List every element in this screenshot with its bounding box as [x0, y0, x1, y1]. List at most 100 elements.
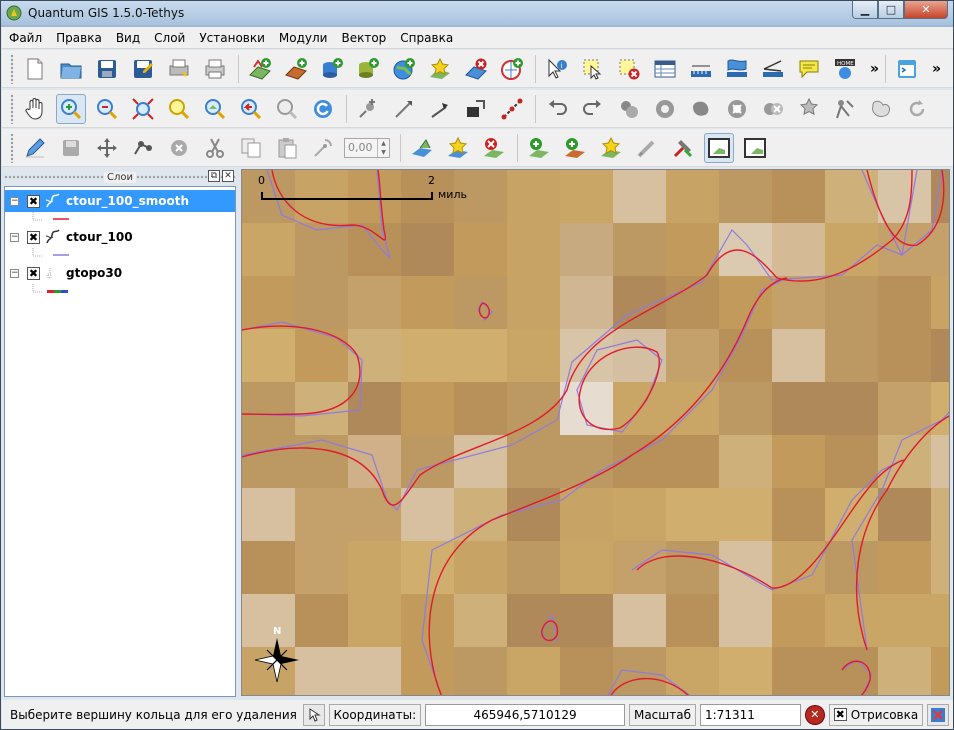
- move-button[interactable]: [92, 133, 122, 163]
- node-tool-button[interactable]: [497, 94, 527, 124]
- simplify-feature-button[interactable]: [614, 94, 644, 124]
- layer-row-ctour-100-smooth[interactable]: − ✖ ctour_100_smooth: [5, 190, 235, 212]
- new-raster-button[interactable]: [443, 133, 473, 163]
- stop-render-button[interactable]: ✕: [804, 704, 825, 725]
- delete-part-button[interactable]: [758, 94, 788, 124]
- open-attribute-table-button[interactable]: [650, 54, 680, 84]
- render-toggle[interactable]: ✖ Отрисовка: [828, 703, 924, 726]
- add-vector-layer-button[interactable]: [245, 54, 275, 84]
- menu-plugins[interactable]: Модули: [272, 31, 335, 45]
- layer-expander[interactable]: −: [10, 232, 19, 242]
- add-island-button[interactable]: [686, 94, 716, 124]
- layer-row-gtopo30[interactable]: − ✖ gtopo30: [5, 262, 235, 284]
- refresh-button[interactable]: [308, 94, 338, 124]
- menu-edit[interactable]: Правка: [49, 31, 109, 45]
- layers-tree[interactable]: − ✖ ctour_100_smooth − ✖ ctour_100 − ✖ g…: [4, 186, 236, 697]
- remove-layer-button[interactable]: [461, 54, 491, 84]
- coordinates-field[interactable]: 465946,5710129: [425, 703, 625, 726]
- zoom-out-button[interactable]: [92, 94, 122, 124]
- minimize-button[interactable]: ▁: [852, 1, 878, 19]
- menu-vector[interactable]: Вектор: [334, 31, 393, 45]
- menu-help[interactable]: Справка: [393, 31, 460, 45]
- zoom-full-button[interactable]: [128, 94, 158, 124]
- add-raster-button[interactable]: [407, 133, 437, 163]
- copy-features-button[interactable]: [236, 133, 266, 163]
- deselect-features-button[interactable]: [614, 54, 644, 84]
- zoom-in-button[interactable]: [56, 93, 86, 124]
- redo-button[interactable]: [578, 94, 608, 124]
- zoom-to-selection-button[interactable]: [164, 94, 194, 124]
- select-features-button[interactable]: [578, 54, 608, 84]
- layer-row-ctour-100[interactable]: − ✖ ctour_100: [5, 226, 235, 248]
- open-project-button[interactable]: [56, 54, 86, 84]
- layer-expander[interactable]: −: [10, 196, 19, 206]
- map-tips-button[interactable]: [794, 54, 824, 84]
- rotation-spinbox[interactable]: 0,00 ▲ ▼: [344, 137, 390, 158]
- capture-polygon-button[interactable]: [425, 94, 455, 124]
- add-layer-to-overview-button[interactable]: [524, 133, 554, 163]
- pan-button[interactable]: [20, 94, 50, 124]
- add-all-to-overview-button[interactable]: [596, 133, 626, 163]
- add-postgis-layer-button[interactable]: [317, 54, 347, 84]
- new-shapefile-button[interactable]: [425, 54, 455, 84]
- projection-status-button[interactable]: [927, 703, 949, 726]
- cut-features-button[interactable]: [200, 133, 230, 163]
- menu-settings[interactable]: Установки: [192, 31, 272, 45]
- toggle-coords-mode-button[interactable]: [302, 703, 325, 726]
- title-bar[interactable]: Quantum GIS 1.5.0-Tethys ▁ □ ✕: [1, 1, 953, 25]
- toolbar-grip[interactable]: [10, 93, 14, 124]
- zoom-last-button[interactable]: [236, 94, 266, 124]
- delete-ring-button[interactable]: [722, 94, 752, 124]
- toolbar-overflow-button-2[interactable]: »: [932, 61, 941, 77]
- capture-line-button[interactable]: [389, 94, 419, 124]
- close-button[interactable]: ✕: [904, 1, 948, 19]
- float-panel-button[interactable]: ⧉: [208, 170, 220, 182]
- undo-button[interactable]: [542, 94, 572, 124]
- hide-overview-button[interactable]: [740, 133, 770, 163]
- maximize-button[interactable]: □: [878, 1, 904, 19]
- rotate-label-button[interactable]: [902, 94, 932, 124]
- new-project-button[interactable]: [20, 54, 50, 84]
- python-console-button[interactable]: [892, 54, 922, 84]
- georeferencer-button[interactable]: [668, 133, 698, 163]
- measure-line-button[interactable]: [686, 54, 716, 84]
- identify-button[interactable]: i: [542, 54, 572, 84]
- show-all-in-overview-button[interactable]: [560, 133, 590, 163]
- save-project-as-button[interactable]: [128, 54, 158, 84]
- merge-features-button[interactable]: [866, 94, 896, 124]
- remove-all-from-overview-button[interactable]: [632, 133, 662, 163]
- add-spatialite-layer-button[interactable]: [353, 54, 383, 84]
- toolbar-grip[interactable]: [10, 132, 14, 163]
- save-project-button[interactable]: [92, 54, 122, 84]
- layer-visibility-checkbox[interactable]: ✖: [27, 230, 40, 244]
- map-rendering[interactable]: N: [242, 170, 950, 696]
- add-raster-layer-button[interactable]: [281, 54, 311, 84]
- paste-features-button[interactable]: [272, 133, 302, 163]
- menu-view[interactable]: Вид: [109, 31, 147, 45]
- remove-raster-button[interactable]: [479, 133, 509, 163]
- measure-area-button[interactable]: [722, 54, 752, 84]
- menu-file[interactable]: Файл: [2, 31, 49, 45]
- split-features-button[interactable]: [830, 94, 860, 124]
- layers-panel-header[interactable]: Слои ⧉ ✕: [4, 169, 236, 185]
- add-ring-button[interactable]: [650, 94, 680, 124]
- rotate-point-symbols-button[interactable]: [308, 133, 338, 163]
- capture-point-button[interactable]: [353, 94, 383, 124]
- zoom-next-button[interactable]: [272, 94, 302, 124]
- spin-arrows[interactable]: ▲ ▼: [377, 138, 389, 157]
- move-feature-button[interactable]: [461, 94, 491, 124]
- close-panel-button[interactable]: ✕: [222, 170, 234, 182]
- add-wms-layer-button[interactable]: [389, 54, 419, 84]
- node-button[interactable]: [128, 133, 158, 163]
- render-checkbox[interactable]: ✖: [833, 708, 847, 721]
- save-edits-button[interactable]: [56, 133, 86, 163]
- layer-expander[interactable]: −: [10, 268, 19, 278]
- toggle-editing-button[interactable]: [20, 133, 50, 163]
- reshape-features-button[interactable]: [794, 94, 824, 124]
- print-composer-button[interactable]: [164, 54, 194, 84]
- layer-visibility-checkbox[interactable]: ✖: [27, 266, 40, 280]
- toolbar-overflow-button[interactable]: »: [870, 61, 879, 77]
- home-bookmark-button[interactable]: HOME: [830, 54, 860, 84]
- delete-selected-button[interactable]: [164, 133, 194, 163]
- toggle-overview-button[interactable]: [704, 132, 734, 163]
